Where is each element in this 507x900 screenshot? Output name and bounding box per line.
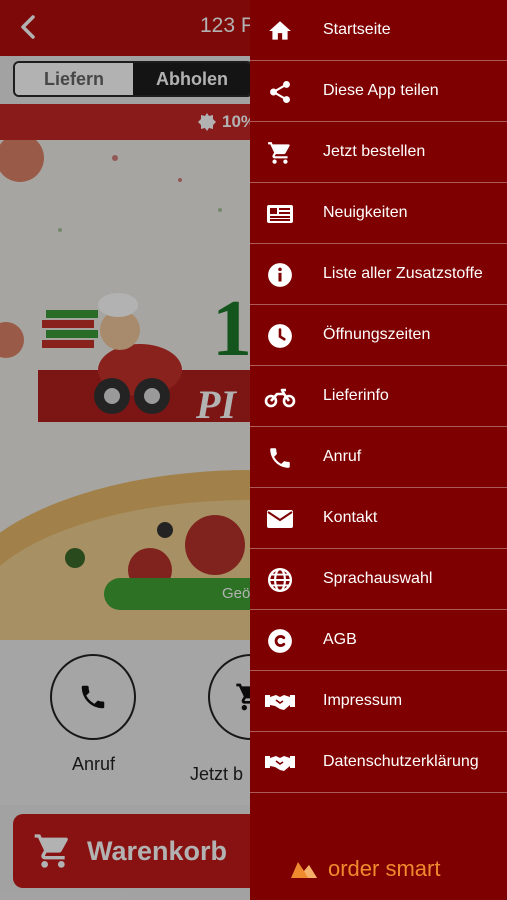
menu-item-share[interactable]: Diese App teilen (250, 61, 507, 122)
menu-item-label: Anruf (323, 448, 362, 465)
menu-item-order[interactable]: Jetzt bestellen (250, 122, 507, 183)
menu-item-label: Sprachauswahl (323, 570, 433, 587)
menu-item-label: Startseite (323, 21, 391, 38)
menu-item-home[interactable]: Startseite (250, 0, 507, 61)
menu-item-imprint[interactable]: Impressum (250, 671, 507, 732)
brand-name: order smart (328, 856, 441, 881)
menu-item-label: Kontakt (323, 509, 378, 526)
menu-item-opening-hours[interactable]: Öffnungszeiten (250, 305, 507, 366)
menu-item-label: Datenschutzerklärung (323, 753, 479, 770)
menu-item-label: Neuigkeiten (323, 204, 408, 221)
menu-item-contact[interactable]: Kontakt (250, 488, 507, 549)
home-icon (264, 16, 296, 46)
clock-icon (264, 321, 296, 351)
menu-item-language[interactable]: Sprachauswahl (250, 549, 507, 610)
handshake-icon (264, 748, 296, 778)
menu-item-label: Jetzt bestellen (323, 143, 426, 160)
menu-item-terms[interactable]: AGB (250, 610, 507, 671)
globe-icon (264, 565, 296, 595)
brand-logo: order smart (290, 856, 440, 882)
menu-item-privacy[interactable]: Datenschutzerklärung (250, 732, 507, 793)
cart-icon (264, 138, 296, 168)
share-icon (264, 77, 296, 107)
menu-item-label: Öffnungszeiten (323, 326, 431, 343)
order-smart-logo-icon (291, 862, 317, 878)
motorcycle-icon (264, 382, 296, 412)
envelope-icon (264, 504, 296, 534)
copyright-icon (264, 626, 296, 656)
handshake-icon (264, 687, 296, 717)
menu-item-label: Impressum (323, 692, 403, 709)
phone-icon (264, 443, 296, 473)
menu-item-label: AGB (323, 631, 357, 648)
menu-item-news[interactable]: Neuigkeiten (250, 183, 507, 244)
menu-item-label: Lieferinfo (323, 387, 389, 404)
menu-item-label: Liste aller Zusatzstoffe (323, 265, 483, 282)
menu-item-delivery-info[interactable]: Lieferinfo (250, 366, 507, 427)
menu-item-additives[interactable]: Liste aller Zusatzstoffe (250, 244, 507, 305)
navigation-drawer: Startseite Diese App teilen Jetzt bestel… (250, 0, 507, 900)
menu-item-label: Diese App teilen (323, 82, 439, 99)
newspaper-icon (264, 199, 296, 229)
menu-item-call[interactable]: Anruf (250, 427, 507, 488)
info-icon (264, 260, 296, 290)
